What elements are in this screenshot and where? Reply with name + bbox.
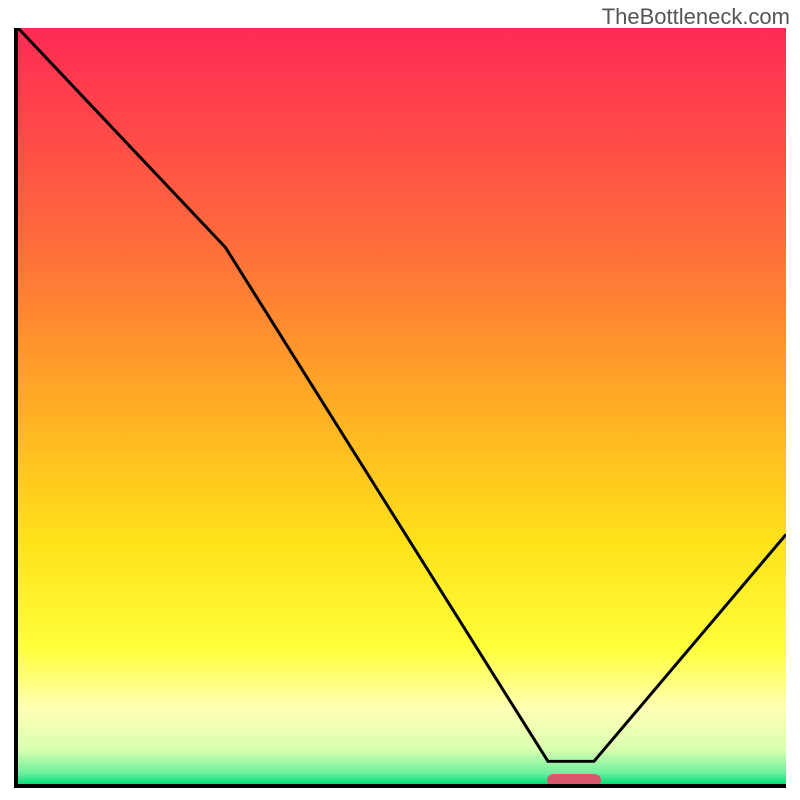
optimal-range-marker [547, 774, 601, 787]
chart-container: TheBottleneck.com [0, 0, 800, 800]
chart-svg [18, 28, 786, 784]
watermark-text: TheBottleneck.com [602, 4, 790, 30]
plot-area [14, 28, 786, 788]
